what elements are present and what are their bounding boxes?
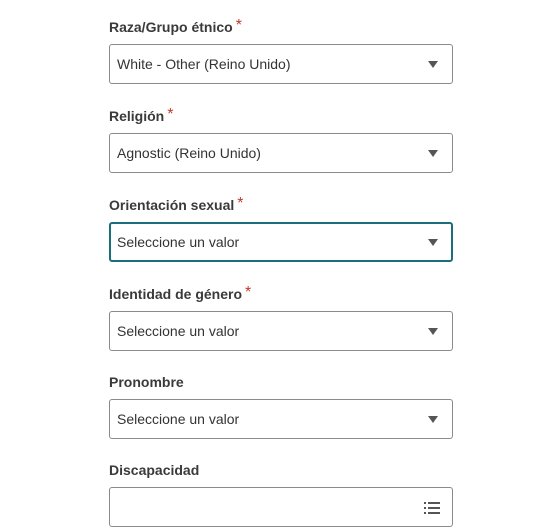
required-marker: * (235, 17, 242, 34)
caret-down-icon (428, 60, 438, 68)
field-label: Identidad de género * (109, 284, 252, 302)
pronoun-select[interactable]: Seleccione un valor (109, 399, 453, 439)
select-value: Seleccione un valor (117, 234, 240, 250)
field-label: Discapacidad (109, 462, 200, 478)
field-religion: Religión * Agnostic (Reino Unido) (109, 106, 453, 173)
field-pronoun: Pronombre Seleccione un valor (109, 373, 453, 439)
list-icon (424, 502, 440, 514)
field-label: Religión * (109, 106, 174, 124)
field-label: Orientación sexual * (109, 195, 244, 213)
required-marker: * (245, 284, 252, 301)
caret-down-icon (428, 327, 438, 335)
field-disability: Discapacidad (109, 461, 453, 527)
caret-down-icon (428, 238, 438, 246)
caret-down-icon (428, 415, 438, 423)
religion-select[interactable]: Agnostic (Reino Unido) (109, 133, 453, 173)
disability-multiselect[interactable] (109, 487, 453, 527)
gender-identity-select[interactable]: Seleccione un valor (109, 311, 453, 351)
required-marker: * (237, 195, 244, 212)
field-label: Raza/Grupo étnico * (109, 17, 242, 35)
select-value: White - Other (Reino Unido) (117, 56, 291, 72)
field-label: Pronombre (109, 374, 184, 390)
sexual-orientation-select[interactable]: Seleccione un valor (109, 222, 453, 262)
select-value: Agnostic (Reino Unido) (117, 145, 261, 161)
select-value: Seleccione un valor (117, 323, 240, 339)
field-ethnicity: Raza/Grupo étnico * White - Other (Reino … (109, 17, 453, 84)
caret-down-icon (428, 149, 438, 157)
select-value: Seleccione un valor (117, 411, 240, 427)
field-sexual-orientation: Orientación sexual * Seleccione un valor (109, 195, 453, 262)
field-gender-identity: Identidad de género * Seleccione un valor (109, 284, 453, 351)
ethnicity-select[interactable]: White - Other (Reino Unido) (109, 44, 453, 84)
required-marker: * (167, 106, 174, 123)
